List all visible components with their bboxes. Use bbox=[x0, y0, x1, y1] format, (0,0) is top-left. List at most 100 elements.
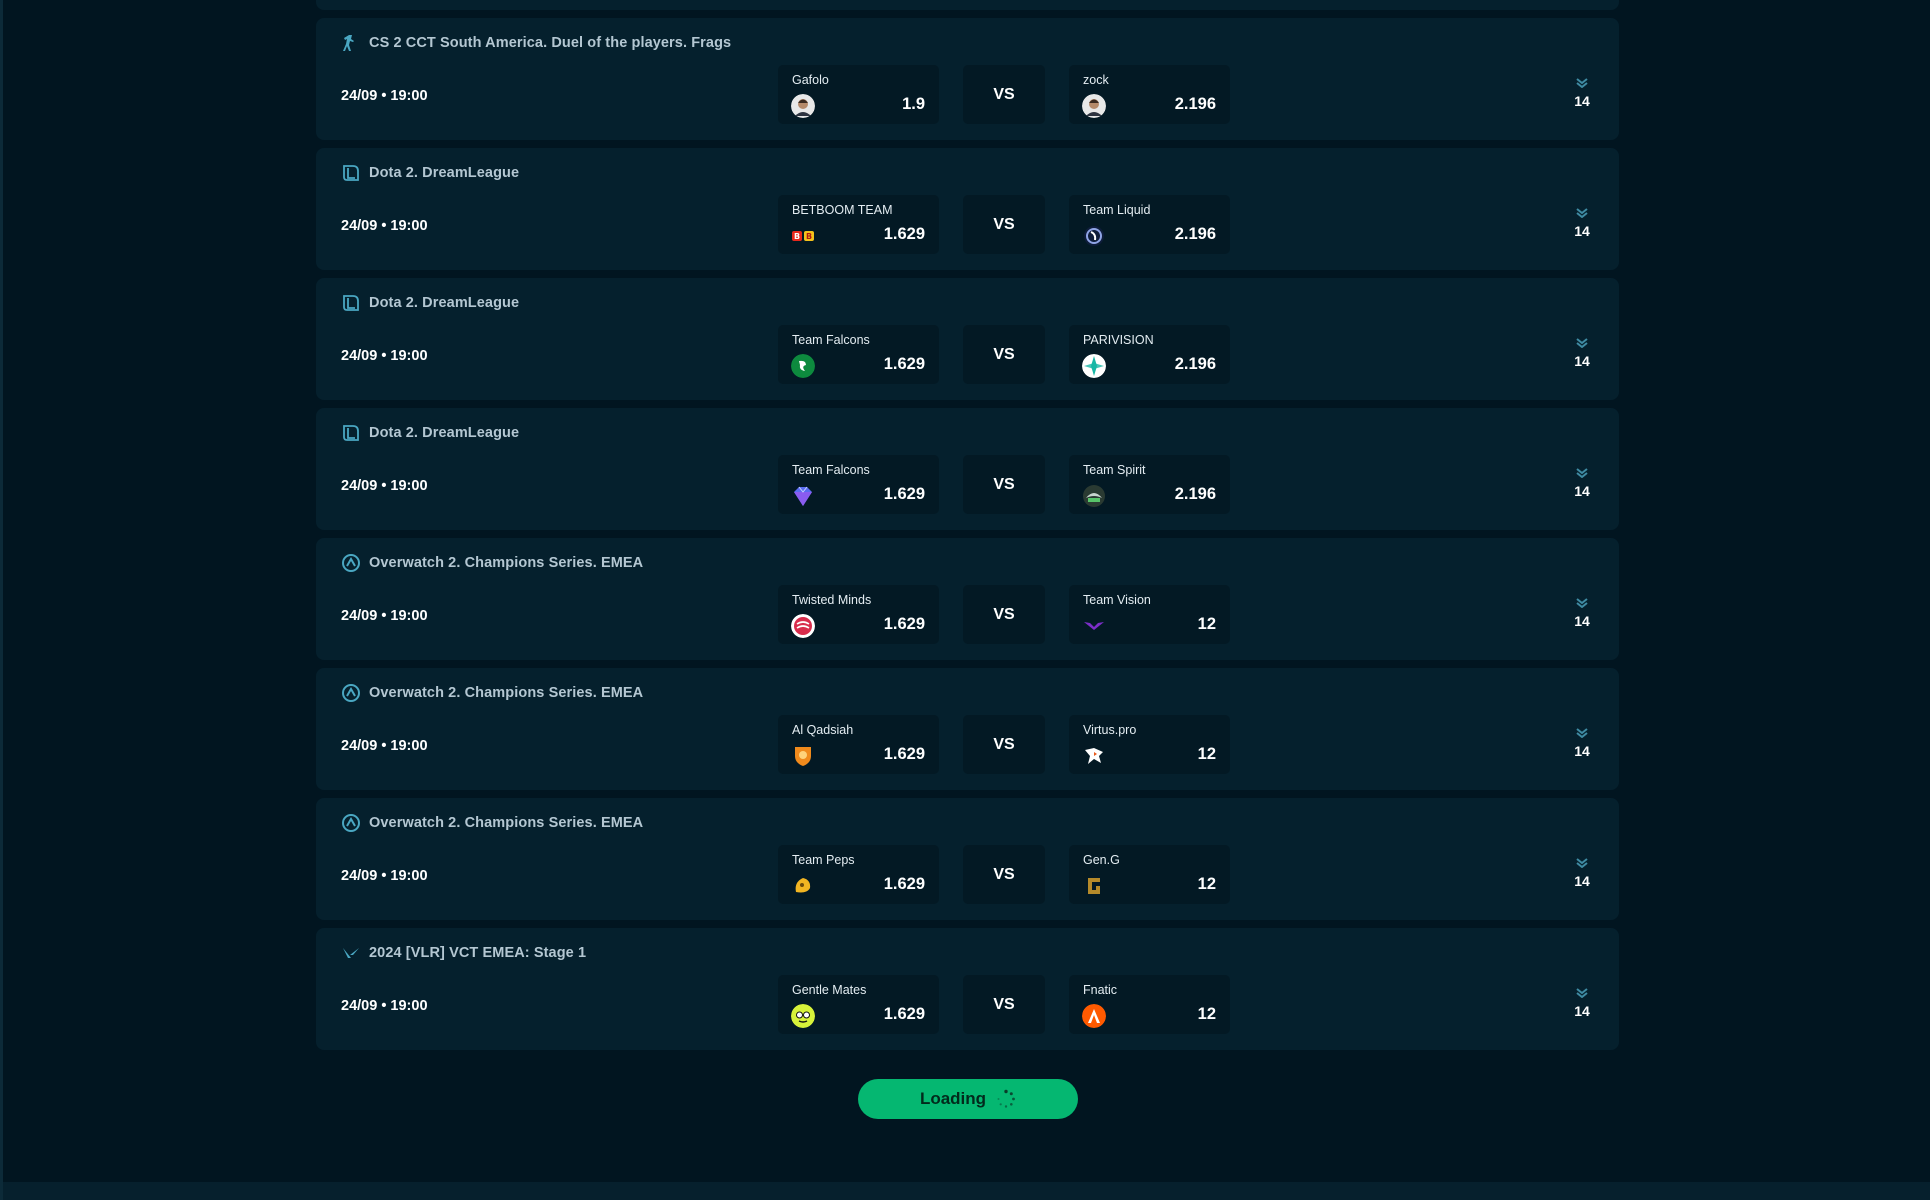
fnatic-logo bbox=[1082, 1004, 1106, 1028]
chevron-down-icon bbox=[1576, 988, 1588, 998]
away-odds: 12 bbox=[1197, 1005, 1216, 1023]
away-odds-button[interactable]: Team Vision 12 bbox=[1069, 585, 1230, 644]
more-markets-count: 14 bbox=[1574, 483, 1590, 499]
away-odds-button[interactable]: Fnatic 12 bbox=[1069, 975, 1230, 1034]
previous-match-card bbox=[316, 0, 1619, 10]
home-odds: 1.629 bbox=[883, 485, 925, 503]
home-odds: 1.629 bbox=[883, 225, 925, 243]
footer-band bbox=[3, 1182, 1930, 1200]
home-odds-button[interactable]: Twisted Minds 1.629 bbox=[778, 585, 939, 644]
league-header[interactable]: Dota 2. DreamLeague bbox=[341, 293, 519, 313]
away-team-name: Team Liquid bbox=[1083, 203, 1151, 217]
league-name: 2024 [VLR] VCT EMEA: Stage 1 bbox=[369, 945, 587, 961]
chevron-down-icon bbox=[1576, 338, 1588, 348]
league-header[interactable]: Dota 2. DreamLeague bbox=[341, 163, 519, 183]
league-name: Overwatch 2. Champions Series. EMEA bbox=[369, 815, 644, 831]
virtuspro-logo bbox=[1082, 744, 1106, 768]
qadsiah-logo bbox=[791, 744, 815, 768]
away-odds-button[interactable]: Virtus.pro 12 bbox=[1069, 715, 1230, 774]
loading-button[interactable]: Loading bbox=[858, 1079, 1078, 1119]
away-odds-button[interactable]: zock 2.196 bbox=[1069, 65, 1230, 124]
more-markets-count: 14 bbox=[1574, 223, 1590, 239]
more-markets-button[interactable]: 14 bbox=[1567, 988, 1597, 1019]
league-header[interactable]: Dota 2. DreamLeague bbox=[341, 423, 519, 443]
svg-text:B: B bbox=[806, 232, 812, 241]
home-team-name: Team Falcons bbox=[792, 333, 870, 347]
match-card[interactable]: Overwatch 2. Champions Series. EMEA 24/0… bbox=[316, 668, 1619, 790]
gentle-mates-logo bbox=[791, 1004, 815, 1028]
home-team-name: Twisted Minds bbox=[792, 593, 872, 607]
chevron-down-icon bbox=[1576, 598, 1588, 608]
chevron-down-icon bbox=[1576, 728, 1588, 738]
match-list: CS 2 CCT South America. Duel of the play… bbox=[316, 0, 1619, 1058]
home-odds-button[interactable]: BETBOOM TEAM BB 1.629 bbox=[778, 195, 939, 254]
league-header[interactable]: Overwatch 2. Champions Series. EMEA bbox=[341, 683, 643, 703]
more-markets-button[interactable]: 14 bbox=[1567, 858, 1597, 889]
vs-label: VS bbox=[963, 715, 1045, 774]
home-odds-button[interactable]: Team Falcons 1.629 bbox=[778, 325, 939, 384]
league-header[interactable]: Overwatch 2. Champions Series. EMEA bbox=[341, 813, 643, 833]
loading-label: Loading bbox=[919, 1089, 987, 1108]
home-team-name: Al Qadsiah bbox=[792, 723, 854, 737]
match-card[interactable]: Overwatch 2. Champions Series. EMEA 24/0… bbox=[316, 538, 1619, 660]
more-markets-button[interactable]: 14 bbox=[1567, 208, 1597, 239]
more-markets-button[interactable]: 14 bbox=[1567, 598, 1597, 629]
more-markets-count: 14 bbox=[1574, 93, 1590, 109]
league-header[interactable]: CS 2 CCT South America. Duel of the play… bbox=[341, 33, 731, 53]
svg-text:B: B bbox=[794, 232, 800, 241]
league-name: Dota 2. DreamLeague bbox=[369, 165, 520, 181]
match-time: 24/09 • 19:00 bbox=[341, 88, 428, 104]
match-time: 24/09 • 19:00 bbox=[341, 608, 428, 624]
match-card[interactable]: CS 2 CCT South America. Duel of the play… bbox=[316, 18, 1619, 140]
home-team-name: Gafolo bbox=[792, 73, 829, 87]
more-markets-button[interactable]: 14 bbox=[1567, 728, 1597, 759]
vs-label: VS bbox=[963, 585, 1045, 644]
league-header[interactable]: 2024 [VLR] VCT EMEA: Stage 1 bbox=[341, 943, 586, 963]
home-odds: 1.9 bbox=[902, 95, 925, 113]
home-odds-button[interactable]: Team Falcons 1.629 bbox=[778, 455, 939, 514]
dota-icon bbox=[341, 163, 361, 183]
match-card[interactable]: 2024 [VLR] VCT EMEA: Stage 1 24/09 • 19:… bbox=[316, 928, 1619, 1050]
chevron-down-icon bbox=[1576, 78, 1588, 88]
home-odds: 1.629 bbox=[883, 355, 925, 373]
more-markets-button[interactable]: 14 bbox=[1567, 78, 1597, 109]
league-header[interactable]: Overwatch 2. Champions Series. EMEA bbox=[341, 553, 643, 573]
league-name: CS 2 CCT South America. Duel of the play… bbox=[369, 35, 732, 51]
match-card[interactable]: Dota 2. DreamLeague 24/09 • 19:00 Team F… bbox=[316, 408, 1619, 530]
home-odds-button[interactable]: Al Qadsiah 1.629 bbox=[778, 715, 939, 774]
twisted-minds-logo bbox=[791, 614, 815, 638]
away-odds: 12 bbox=[1197, 875, 1216, 893]
match-time: 24/09 • 19:00 bbox=[341, 218, 428, 234]
away-odds-button[interactable]: Team Liquid 2.196 bbox=[1069, 195, 1230, 254]
match-card[interactable]: Dota 2. DreamLeague 24/09 • 19:00 Team F… bbox=[316, 278, 1619, 400]
away-team-name: Team Spirit bbox=[1083, 463, 1146, 477]
home-team-name: Gentle Mates bbox=[792, 983, 867, 997]
more-markets-count: 14 bbox=[1574, 353, 1590, 369]
home-odds: 1.629 bbox=[883, 745, 925, 763]
match-time: 24/09 • 19:00 bbox=[341, 998, 428, 1014]
more-markets-button[interactable]: 14 bbox=[1567, 338, 1597, 369]
spinner-icon bbox=[997, 1089, 1015, 1108]
more-markets-count: 14 bbox=[1574, 613, 1590, 629]
parivision-logo bbox=[1082, 354, 1106, 378]
player-avatar bbox=[791, 94, 815, 118]
league-name: Overwatch 2. Champions Series. EMEA bbox=[369, 555, 644, 571]
away-odds-button[interactable]: PARIVISION 2.196 bbox=[1069, 325, 1230, 384]
match-card[interactable]: Overwatch 2. Champions Series. EMEA 24/0… bbox=[316, 798, 1619, 920]
league-name: Dota 2. DreamLeague bbox=[369, 425, 520, 441]
away-odds-button[interactable]: Gen.G 12 bbox=[1069, 845, 1230, 904]
diamond-logo bbox=[791, 484, 815, 508]
home-odds-button[interactable]: Gentle Mates 1.629 bbox=[778, 975, 939, 1034]
match-card[interactable]: Dota 2. DreamLeague 24/09 • 19:00 BETBOO… bbox=[316, 148, 1619, 270]
valorant-icon bbox=[341, 943, 361, 963]
match-time: 24/09 • 19:00 bbox=[341, 478, 428, 494]
home-team-name: Team Falcons bbox=[792, 463, 870, 477]
overwatch-icon bbox=[341, 813, 361, 833]
more-markets-button[interactable]: 14 bbox=[1567, 468, 1597, 499]
away-odds: 2.196 bbox=[1174, 355, 1216, 373]
away-odds-button[interactable]: Team Spirit 2.196 bbox=[1069, 455, 1230, 514]
home-odds-button[interactable]: Gafolo 1.9 bbox=[778, 65, 939, 124]
chevron-down-icon bbox=[1576, 858, 1588, 868]
home-odds-button[interactable]: Team Peps 1.629 bbox=[778, 845, 939, 904]
away-team-name: Gen.G bbox=[1083, 853, 1120, 867]
